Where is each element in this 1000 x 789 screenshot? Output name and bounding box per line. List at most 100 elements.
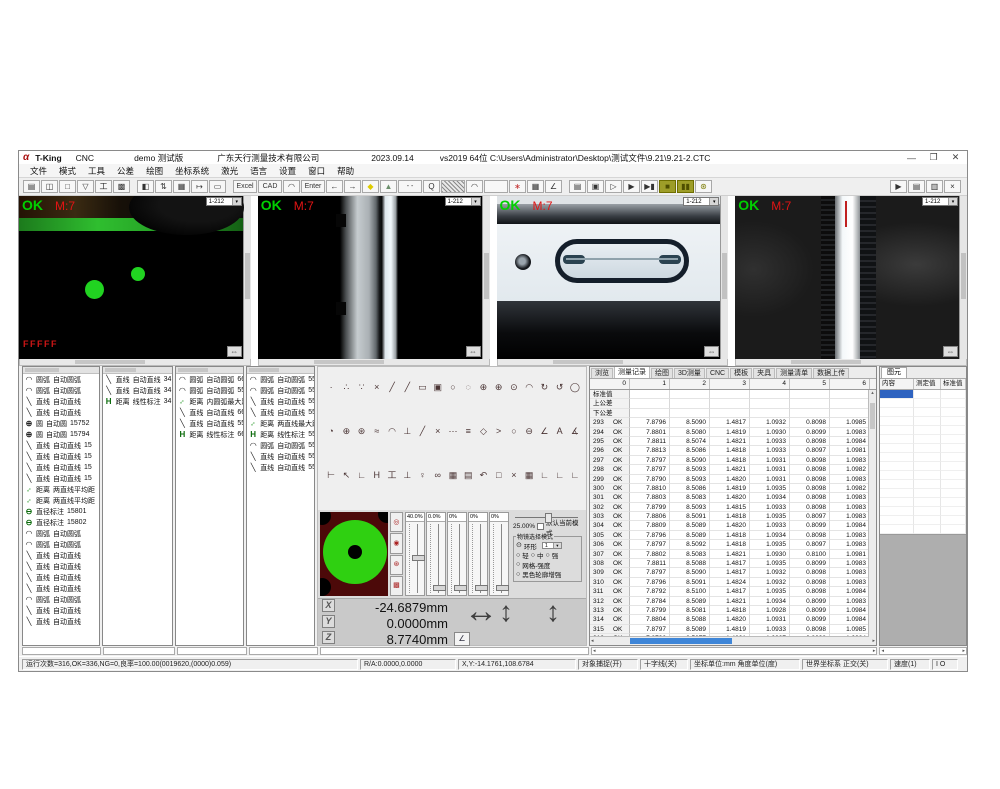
slider-thumb[interactable] — [475, 585, 488, 591]
save-button[interactable]: ▤ — [23, 180, 40, 193]
element-row[interactable] — [880, 408, 966, 417]
tool-icon-2-3[interactable]: H — [370, 468, 384, 483]
tree-item-line[interactable]: ╲直线自动直线55 — [247, 407, 314, 418]
radio-icon[interactable]: ○ — [516, 552, 520, 559]
table-row[interactable]: 307OK7.88028.50831.48211.09300.81001.098… — [590, 550, 870, 559]
tool-icon-1-10[interactable]: ◇ — [476, 424, 490, 439]
tool-icon-0-11[interactable]: ⊕ — [492, 380, 506, 395]
pan-vertical-icon[interactable]: ↕ — [499, 596, 513, 628]
tree-item-line[interactable]: ╲直线自动直线 — [23, 396, 99, 407]
element-row[interactable] — [880, 471, 966, 480]
stage-button[interactable]: 工 — [95, 180, 112, 193]
tree-item-ldim[interactable]: H距离线性标注34 — [103, 396, 173, 407]
tool-icon-0-14[interactable]: ↻ — [537, 380, 551, 395]
tool-icon-0-3[interactable]: × — [370, 380, 384, 395]
tool-icon-2-6[interactable]: ♀ — [415, 468, 429, 483]
light-bulb-button[interactable]: ◆ — [362, 180, 379, 193]
camera4-vscrollbar[interactable] — [959, 196, 967, 359]
menu-item-文件[interactable]: 文件 — [24, 165, 53, 177]
table-row[interactable]: 300OK7.88108.50861.48191.09350.80981.098… — [590, 484, 870, 493]
chevron-down-icon[interactable]: ▾ — [471, 198, 480, 205]
master-light-slider[interactable] — [513, 512, 584, 522]
tree-item-ldim[interactable]: H距离线性标注55 — [247, 429, 314, 440]
tab-3D测量[interactable]: 3D测量 — [674, 368, 705, 378]
camera4-hscrollbar[interactable] — [735, 359, 967, 366]
tool-icon-1-0[interactable]: ◔ — [324, 424, 338, 439]
tree-hscrollbar[interactable] — [176, 367, 243, 374]
tree-item-line[interactable]: ╲直线自动直线 — [23, 407, 99, 418]
table-row[interactable]: 305OK7.87968.50891.48181.09340.80981.098… — [590, 531, 870, 540]
bottom-scrollbar-1[interactable] — [103, 647, 176, 655]
table-row[interactable]: 299OK7.87908.50931.48201.09310.80981.098… — [590, 475, 870, 484]
tool-icon-2-13[interactable]: ▦ — [522, 468, 536, 483]
tree-item-circle[interactable]: ⊕圆自动圆15794 — [23, 429, 99, 440]
slider-thumb[interactable] — [496, 585, 509, 591]
excel-export-button[interactable]: Excel — [233, 180, 257, 193]
tree-item-arc[interactable]: ◠圆弧自动圆弧55 — [247, 374, 314, 385]
lens-mode-option[interactable]: 轻 — [522, 550, 529, 560]
tool-icon-2-5[interactable]: ⊥ — [400, 468, 414, 483]
camera3-hscrollbar[interactable] — [497, 359, 729, 366]
element-row[interactable] — [880, 516, 966, 525]
table-row[interactable]: 312OK7.87848.50891.48211.09340.80991.098… — [590, 597, 870, 606]
tool-icon-2-1[interactable]: ↖ — [339, 468, 353, 483]
tool-icon-0-5[interactable]: ╱ — [400, 380, 414, 395]
tool-icon-0-0[interactable]: · — [324, 380, 338, 395]
tree-item-arc[interactable]: ◠圆弧自动圆弧 — [23, 594, 99, 605]
table-row[interactable]: 311OK7.87928.51001.48171.09350.80981.098… — [590, 587, 870, 596]
light-ring-button-3[interactable]: ▩ — [390, 576, 403, 596]
menu-item-工具[interactable]: 工具 — [82, 165, 111, 177]
light-channel-slider[interactable] — [427, 522, 445, 595]
camera-view-4[interactable]: OK M:7 1-212▾ ⇔ — [735, 196, 967, 359]
menu-item-设置[interactable]: 设置 — [273, 165, 302, 177]
play-button[interactable]: ▶ — [890, 180, 907, 193]
slider-thumb[interactable] — [433, 585, 446, 591]
scrollbar-thumb[interactable] — [75, 360, 145, 364]
chevron-down-icon[interactable]: ▾ — [709, 198, 718, 205]
camera-view-3-selected[interactable]: OK M:7 1-212▾ ⇔ — [497, 196, 729, 359]
tool-icon-1-13[interactable]: ⊖ — [522, 424, 536, 439]
tree-item-line[interactable]: ╲直线自动直线55 — [176, 418, 243, 429]
element-row[interactable] — [880, 390, 966, 399]
tool-icon-1-9[interactable]: ≡ — [461, 424, 475, 439]
tree-item-arc[interactable]: ◠圆弧自动圆弧55 — [176, 385, 243, 396]
element-row[interactable] — [880, 489, 966, 498]
table-hscrollbar[interactable]: ◂ ▸ — [590, 636, 876, 645]
scrollbar-thumb[interactable] — [791, 360, 861, 364]
tool-icon-0-15[interactable]: ↺ — [553, 380, 567, 395]
tool-icon-1-12[interactable]: ○ — [507, 424, 521, 439]
table-row[interactable]: 313OK7.87998.50811.48181.09280.80991.098… — [590, 606, 870, 615]
tool-icon-2-7[interactable]: ∞ — [431, 468, 445, 483]
dash-button[interactable]: - - — [398, 180, 422, 193]
tab-浏览[interactable]: 浏览 — [591, 368, 613, 378]
tool-icon-0-16[interactable]: ◯ — [568, 380, 582, 395]
tree-item-arc[interactable]: ◠圆弧自动圆弧55 — [247, 440, 314, 451]
tree-hscrollbar[interactable] — [103, 367, 173, 374]
element-row[interactable] — [880, 399, 966, 408]
run-to-end-button[interactable]: ▶▮ — [641, 180, 658, 193]
element-row[interactable] — [880, 462, 966, 471]
scrollbar-thumb[interactable] — [553, 360, 623, 364]
lens-mode-option[interactable]: 强 — [552, 550, 559, 560]
tree-item-line[interactable]: ╲直线自动直线 — [23, 572, 99, 583]
tool-icon-1-14[interactable]: ∠ — [537, 424, 551, 439]
light-channel-slider[interactable] — [406, 522, 424, 595]
tab-测量清单[interactable]: 测量清单 — [776, 368, 812, 378]
tool-icon-2-4[interactable]: 工 — [385, 468, 399, 483]
tab-CNC[interactable]: CNC — [706, 368, 729, 378]
camera3-grip-icon[interactable]: ⇔ — [704, 346, 719, 357]
tab-模板[interactable]: 模板 — [730, 368, 752, 378]
tool-icon-0-2[interactable]: ∵ — [354, 380, 368, 395]
blank-button[interactable] — [484, 180, 508, 193]
camera1-vscrollbar[interactable] — [243, 196, 251, 359]
tree-item-arc[interactable]: ◠圆弧自动圆弧66 — [176, 374, 243, 385]
lens-mode-option[interactable]: 黑色轮廓增强 — [522, 569, 561, 579]
tree-item-dist[interactable]: ↔距离两直线平均距 — [23, 484, 99, 495]
tab-绘图[interactable]: 绘图 — [651, 368, 673, 378]
tree-item-arc[interactable]: ◠圆弧自动圆弧 — [23, 528, 99, 539]
minimize-button[interactable]: — — [904, 153, 919, 163]
tree-item-line[interactable]: ╲直线自动直线34 — [103, 385, 173, 396]
probe-button[interactable]: ▽ — [77, 180, 94, 193]
open-run-button[interactable]: ▷ — [605, 180, 622, 193]
table-row-special[interactable]: 标准值 — [590, 390, 870, 399]
